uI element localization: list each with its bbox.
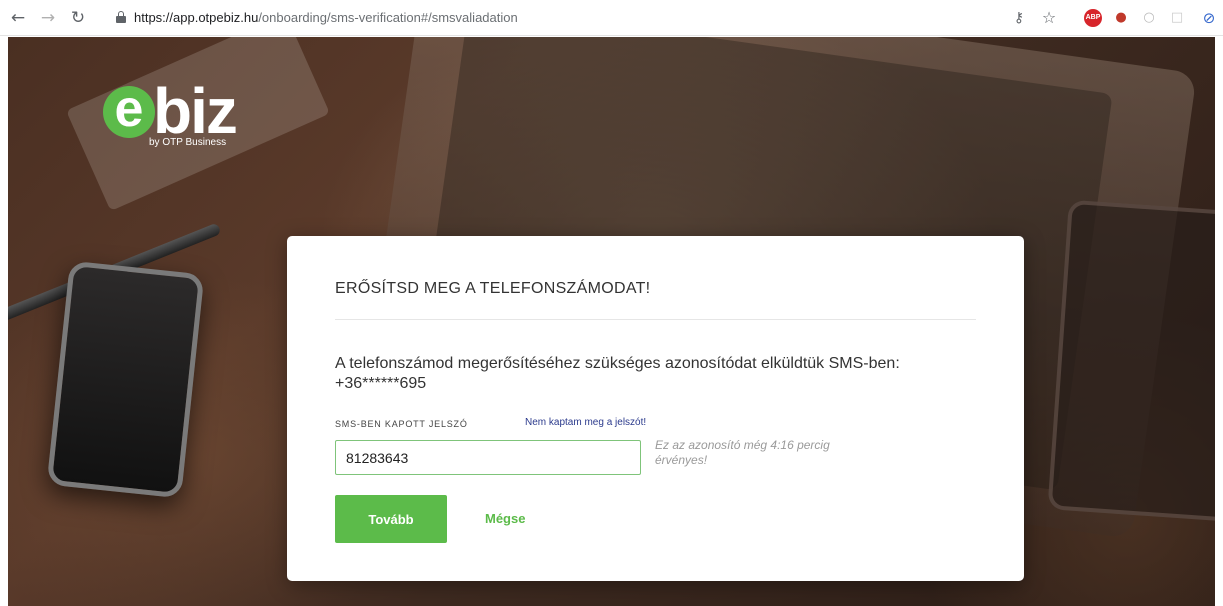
sms-sent-description: A telefonszámod megerősítéséhez szüksége… bbox=[335, 355, 900, 392]
cancel-button[interactable]: Mégse bbox=[485, 511, 525, 526]
forward-arrow-icon[interactable]: → bbox=[38, 8, 58, 28]
next-button[interactable]: Tovább bbox=[335, 495, 447, 543]
square-extension-icon[interactable]: □ bbox=[1168, 9, 1186, 27]
validity-note: Ez az azonosító még 4:16 percig érvényes… bbox=[655, 438, 830, 467]
browser-toolbar: ← → ↻ https://app.otpebiz.hu/onboarding/… bbox=[0, 0, 1223, 36]
url-text: https://app.otpebiz.hu/onboarding/sms-ve… bbox=[134, 10, 518, 25]
star-icon[interactable]: ☆ bbox=[1040, 9, 1058, 27]
block-extension-icon[interactable]: ⊘ bbox=[1200, 9, 1218, 27]
sms-code-input[interactable] bbox=[335, 440, 641, 475]
ebiz-logo: e biz by OTP Business bbox=[103, 75, 243, 152]
background-phone-image bbox=[46, 260, 205, 499]
circle-extension-icon[interactable]: ○ bbox=[1140, 9, 1158, 27]
card-title: ERŐSÍTSD MEG A TELEFONSZÁMODAT! bbox=[335, 280, 651, 297]
adblock-plus-icon[interactable]: ABP bbox=[1084, 9, 1102, 27]
sms-code-label: SMS-BEN KAPOTT JELSZÓ bbox=[335, 419, 468, 429]
reload-icon[interactable]: ↻ bbox=[68, 8, 88, 28]
verification-card: ERŐSÍTSD MEG A TELEFONSZÁMODAT! A telefo… bbox=[287, 236, 1024, 581]
logo-e-mark: e bbox=[103, 83, 155, 138]
logo-subtitle: by OTP Business bbox=[149, 137, 227, 148]
title-divider bbox=[335, 319, 976, 320]
lock-icon bbox=[116, 11, 126, 23]
key-icon[interactable]: ⚷ bbox=[1010, 9, 1028, 27]
address-bar[interactable]: https://app.otpebiz.hu/onboarding/sms-ve… bbox=[106, 4, 1056, 32]
resend-code-link[interactable]: Nem kaptam meg a jelszót! bbox=[525, 417, 646, 428]
back-arrow-icon[interactable]: ← bbox=[8, 8, 28, 28]
background-tablet-image bbox=[1047, 199, 1215, 525]
extension-icon[interactable]: ● bbox=[1112, 9, 1130, 27]
